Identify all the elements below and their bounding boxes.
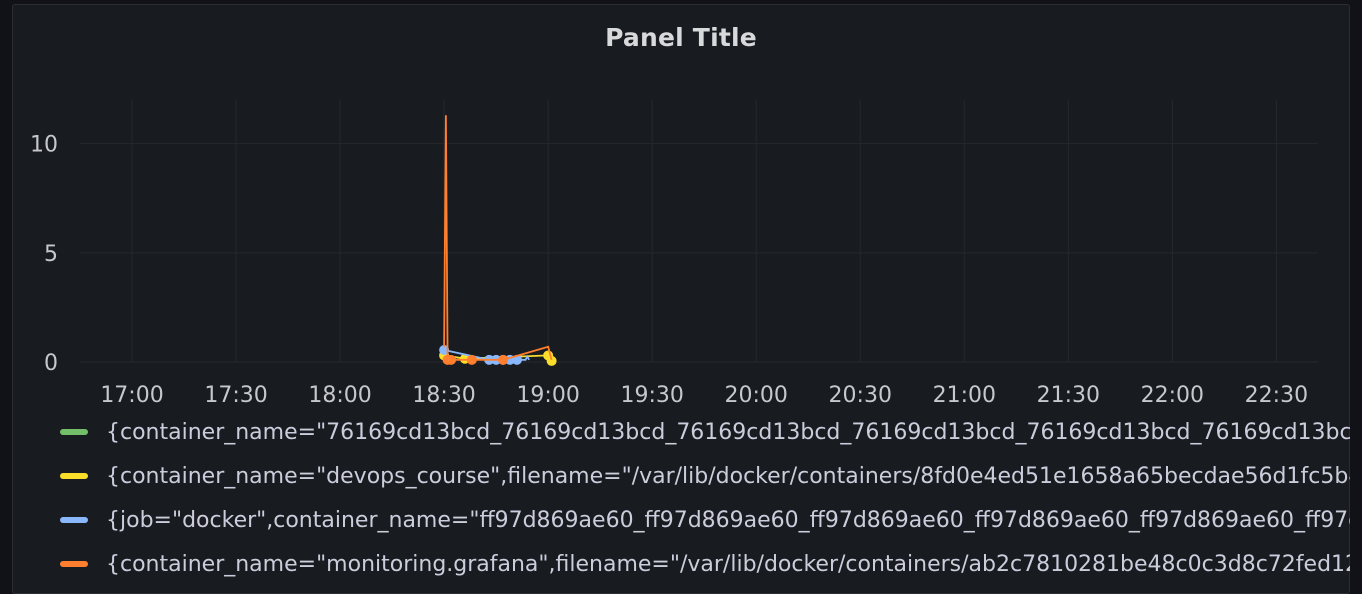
legend-label: {container_name="monitoring.grafana",fil… bbox=[106, 551, 1350, 577]
legend-swatch bbox=[60, 561, 88, 567]
x-tick-label: 21:00 bbox=[933, 383, 996, 408]
legend-label: {job="docker",container_name="ff97d869ae… bbox=[106, 507, 1350, 533]
series-line bbox=[443, 115, 553, 361]
legend-label: {container_name="76169cd13bcd_76169cd13b… bbox=[106, 419, 1350, 445]
x-tick-label: 18:30 bbox=[412, 383, 475, 408]
x-tick-label: 20:30 bbox=[829, 383, 892, 408]
x-tick-label: 18:00 bbox=[308, 383, 371, 408]
data-point bbox=[446, 354, 457, 365]
data-point bbox=[498, 354, 509, 365]
legend-label: {container_name="devops_course",filename… bbox=[106, 463, 1350, 489]
x-tick-label: 19:00 bbox=[516, 383, 579, 408]
time-series-chart[interactable]: 0 5 10 17:00 17:30 18:00 18:30 19:00 19:30 20:00… bbox=[0, 0, 1362, 420]
y-axis: 0 5 10 bbox=[30, 133, 58, 376]
legend-item[interactable]: {container_name="devops_course",filename… bbox=[60, 454, 1350, 498]
y-tick-label: 0 bbox=[44, 351, 58, 376]
x-axis: 17:00 17:30 18:00 18:30 19:00 19:30 20:00 20:30… bbox=[100, 383, 1308, 408]
y-tick-label: 5 bbox=[44, 242, 58, 267]
data-point bbox=[466, 354, 477, 365]
chart-grid bbox=[80, 100, 1318, 363]
x-tick-label: 22:30 bbox=[1245, 383, 1308, 408]
series-3 bbox=[442, 115, 553, 365]
x-tick-label: 17:00 bbox=[100, 383, 163, 408]
series-layer bbox=[439, 115, 557, 366]
legend-swatch bbox=[60, 429, 88, 435]
legend-swatch bbox=[60, 517, 88, 523]
legend-item[interactable]: {job="docker",container_name="ff97d869ae… bbox=[60, 498, 1350, 542]
y-tick-label: 10 bbox=[30, 133, 58, 158]
legend-item[interactable]: {container_name="76169cd13bcd_76169cd13b… bbox=[60, 410, 1350, 454]
x-tick-label: 21:30 bbox=[1037, 383, 1100, 408]
x-tick-label: 20:00 bbox=[725, 383, 788, 408]
legend-swatch bbox=[60, 473, 88, 479]
legend-item[interactable]: {container_name="monitoring.grafana",fil… bbox=[60, 542, 1350, 586]
x-tick-label: 19:30 bbox=[620, 383, 683, 408]
legend: {container_name="76169cd13bcd_76169cd13b… bbox=[60, 410, 1350, 586]
x-tick-label: 22:00 bbox=[1141, 383, 1204, 408]
x-tick-label: 17:30 bbox=[204, 383, 267, 408]
